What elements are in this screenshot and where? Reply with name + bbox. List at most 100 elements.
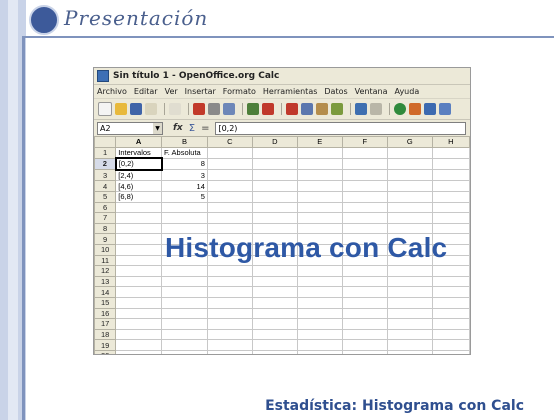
cell-empty[interactable] xyxy=(341,169,388,182)
cell-b[interactable]: 3 xyxy=(161,169,208,182)
cell-a[interactable] xyxy=(115,349,163,354)
cell-a[interactable]: Intervalos xyxy=(115,146,163,159)
cell-empty[interactable] xyxy=(386,212,433,224)
column-header-b[interactable]: B xyxy=(161,136,208,148)
row-header[interactable]: 7 xyxy=(94,212,117,224)
cell-empty[interactable] xyxy=(341,212,388,224)
open-icon[interactable] xyxy=(115,103,127,115)
cell-a[interactable]: [4,6) xyxy=(115,180,163,192)
cell-b[interactable] xyxy=(161,307,208,320)
cell-empty[interactable] xyxy=(431,307,470,320)
menu-datos[interactable]: Datos xyxy=(324,87,347,96)
hyperlink-icon[interactable] xyxy=(394,103,406,115)
cell-empty[interactable] xyxy=(206,212,253,224)
cut-icon[interactable] xyxy=(286,103,298,115)
autospell-icon[interactable] xyxy=(262,103,274,115)
row-header[interactable]: 10 xyxy=(94,243,117,256)
cell-empty[interactable] xyxy=(251,275,298,288)
cell-empty[interactable] xyxy=(206,190,253,203)
cell-a[interactable]: [6,8) xyxy=(115,190,163,203)
row-header[interactable]: 6 xyxy=(94,201,117,214)
cell-empty[interactable] xyxy=(341,157,388,171)
cell-empty[interactable] xyxy=(296,180,343,192)
cell-empty[interactable] xyxy=(341,339,388,351)
cell-empty[interactable] xyxy=(206,146,253,159)
cell-empty[interactable] xyxy=(251,180,298,192)
cell-empty[interactable] xyxy=(431,180,470,192)
cell-empty[interactable] xyxy=(386,339,433,351)
cell-empty[interactable] xyxy=(341,146,388,159)
cell-a[interactable] xyxy=(115,307,163,320)
menu-formato[interactable]: Formato xyxy=(223,87,256,96)
cell-b[interactable] xyxy=(161,265,208,277)
function-equals-icon[interactable]: = xyxy=(201,123,209,134)
cell-empty[interactable] xyxy=(431,190,470,203)
cell-empty[interactable] xyxy=(251,296,298,309)
cell-empty[interactable] xyxy=(206,180,253,192)
cell-empty[interactable] xyxy=(251,339,298,351)
copy-icon[interactable] xyxy=(301,103,313,115)
name-box[interactable]: A2 ▼ xyxy=(97,121,163,135)
cell-empty[interactable] xyxy=(296,349,343,354)
cell-empty[interactable] xyxy=(431,157,470,171)
cell-empty[interactable] xyxy=(431,265,470,277)
cell-empty[interactable] xyxy=(296,190,343,203)
cell-b[interactable]: 5 xyxy=(161,190,208,203)
cell-empty[interactable] xyxy=(341,296,388,309)
cell-empty[interactable] xyxy=(206,296,253,309)
menu-ventana[interactable]: Ventana xyxy=(355,87,388,96)
cell-empty[interactable] xyxy=(341,265,388,277)
cell-empty[interactable] xyxy=(386,296,433,309)
row-header[interactable]: 20 xyxy=(94,349,117,354)
cell-b[interactable] xyxy=(161,201,208,214)
paste-icon[interactable] xyxy=(316,103,328,115)
cell-empty[interactable] xyxy=(341,190,388,203)
cell-empty[interactable] xyxy=(296,328,343,341)
cell-empty[interactable] xyxy=(296,275,343,288)
cell-empty[interactable] xyxy=(206,307,253,320)
row-header[interactable]: 8 xyxy=(94,222,117,235)
cell-b[interactable] xyxy=(161,328,208,341)
column-header-f[interactable]: F xyxy=(341,136,388,148)
cell-empty[interactable] xyxy=(386,146,433,159)
cell-empty[interactable] xyxy=(341,201,388,214)
row-header[interactable]: 12 xyxy=(94,265,117,277)
print-icon[interactable] xyxy=(208,103,220,115)
row-header[interactable]: 11 xyxy=(94,254,117,267)
undo-icon[interactable] xyxy=(355,103,367,115)
cell-a[interactable]: [2,4) xyxy=(115,169,163,182)
preview-icon[interactable] xyxy=(223,103,235,115)
cell-empty[interactable] xyxy=(251,157,298,171)
cell-b[interactable]: F. Absoluta xyxy=(161,146,208,159)
cell-empty[interactable] xyxy=(431,169,470,182)
menu-herramientas[interactable]: Herramientas xyxy=(263,87,318,96)
cell-empty[interactable] xyxy=(431,318,470,330)
cell-empty[interactable] xyxy=(251,201,298,214)
cell-empty[interactable] xyxy=(431,201,470,214)
cell-empty[interactable] xyxy=(431,328,470,341)
cell-empty[interactable] xyxy=(296,339,343,351)
cell-empty[interactable] xyxy=(251,307,298,320)
row-header[interactable]: 13 xyxy=(94,275,117,288)
cell-empty[interactable] xyxy=(386,157,433,171)
cell-empty[interactable] xyxy=(206,318,253,330)
cell-empty[interactable] xyxy=(431,339,470,351)
cell-empty[interactable] xyxy=(296,146,343,159)
redo-icon[interactable] xyxy=(370,103,382,115)
cell-empty[interactable] xyxy=(206,265,253,277)
cell-empty[interactable] xyxy=(296,265,343,277)
cell-empty[interactable] xyxy=(206,157,253,171)
cell-a[interactable] xyxy=(115,296,163,309)
column-header-e[interactable]: E xyxy=(296,136,343,148)
chart-icon[interactable] xyxy=(439,103,451,115)
cell-empty[interactable] xyxy=(206,201,253,214)
cell-empty[interactable] xyxy=(431,212,470,224)
cell-empty[interactable] xyxy=(431,286,470,298)
cell-empty[interactable] xyxy=(206,169,253,182)
save-icon[interactable] xyxy=(130,103,142,115)
row-header[interactable]: 5 xyxy=(94,190,117,203)
cell-empty[interactable] xyxy=(386,265,433,277)
cell-empty[interactable] xyxy=(251,318,298,330)
sort-asc-icon[interactable] xyxy=(409,103,421,115)
cell-empty[interactable] xyxy=(251,265,298,277)
